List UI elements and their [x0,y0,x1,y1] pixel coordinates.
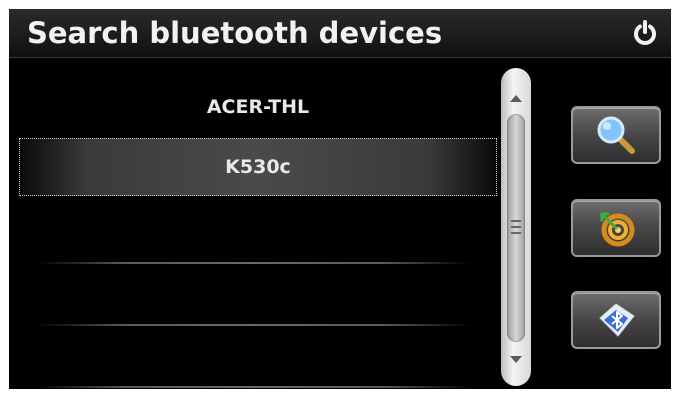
device-list-item-selected[interactable]: K530c [19,138,497,196]
search-button[interactable] [571,106,661,164]
device-list-item-empty[interactable] [19,204,497,262]
list-scrollbar[interactable] [501,68,531,386]
bluetooth-search-screen: Search bluetooth devices ACER-THL K530c [9,9,671,389]
device-list-item-empty[interactable] [19,328,497,386]
device-list-item[interactable]: ACER-THL [19,78,497,136]
device-name: ACER-THL [206,96,310,118]
row-separator [37,324,472,326]
row-separator [37,262,472,264]
pair-connect-button[interactable] [571,199,661,257]
device-list-item-empty[interactable] [19,266,497,324]
page-title: Search bluetooth devices [27,16,443,50]
power-button[interactable] [629,17,661,49]
scroll-thumb[interactable] [507,114,525,342]
scroll-up-arrow-icon[interactable] [510,95,522,102]
power-icon [634,20,656,45]
pair-connect-icon [600,212,635,247]
magnifier-search-icon [597,116,635,154]
grip-icon [511,220,521,234]
scroll-down-arrow-icon[interactable] [510,356,522,363]
device-list: ACER-THL K530c [9,58,504,389]
bluetooth-settings-button[interactable] [571,291,661,349]
device-name: K530c [225,156,291,178]
bluetooth-settings-icon [599,303,635,337]
title-bar: Search bluetooth devices [9,9,671,58]
row-separator [37,386,472,388]
